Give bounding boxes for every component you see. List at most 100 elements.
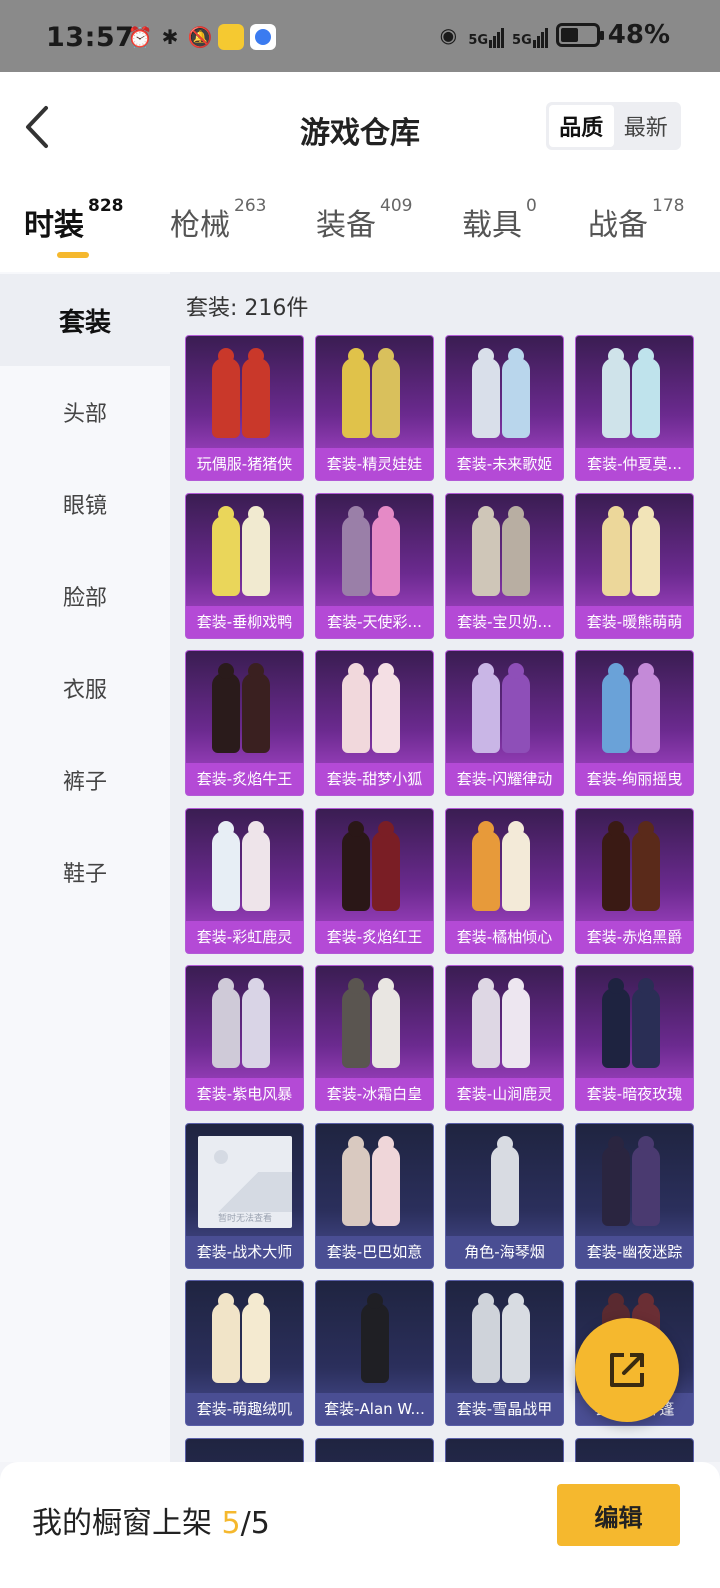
item-card[interactable]: 玩偶服-猪猪侠	[185, 335, 304, 481]
figure-head	[378, 505, 394, 522]
signal-icon-2: 5G	[512, 22, 548, 48]
outfit-figure	[342, 820, 370, 911]
outfit-figure	[372, 348, 400, 438]
figure-head	[478, 348, 494, 364]
item-card[interactable]: 套装-幽夜迷踪	[575, 1122, 694, 1269]
item-card[interactable]: 套装-彩虹鹿灵	[185, 807, 304, 954]
item-card-partial[interactable]	[575, 1437, 694, 1462]
tab-vehicles[interactable]: 载具0	[462, 196, 537, 244]
figure-head	[248, 663, 264, 679]
figure-head	[608, 1293, 624, 1309]
sort-option-quality[interactable]: 品质	[549, 105, 614, 147]
outfit-figure	[602, 505, 630, 596]
share-external-icon	[610, 1353, 644, 1387]
sidebar-item-pants[interactable]: 裤子	[0, 734, 170, 826]
placeholder-text: 暂时无法查看	[217, 1213, 272, 1224]
item-card[interactable]: 套装-炙焰红王	[315, 807, 434, 954]
item-card[interactable]: 套装-赤焰黑爵	[575, 807, 694, 954]
item-card[interactable]: 套装-未来歌姬	[445, 335, 564, 481]
outfit-figure	[472, 820, 500, 911]
item-card[interactable]: 套装-Alan W...	[315, 1280, 434, 1426]
item-card[interactable]: 套装-橘柚倾心	[445, 807, 564, 954]
item-card[interactable]: 套装-闪耀律动	[445, 650, 564, 796]
item-card-partial[interactable]	[445, 1437, 564, 1462]
sort-option-latest[interactable]: 最新	[614, 105, 679, 147]
sidebar-item-head[interactable]: 头部	[0, 366, 170, 458]
figure-head	[508, 978, 524, 994]
sidebar-item-face[interactable]: 脸部	[0, 550, 170, 642]
figure-head	[378, 820, 394, 837]
sidebar-item-clothes[interactable]: 衣服	[0, 642, 170, 734]
item-card[interactable]: 套装-绚丽摇曳	[575, 650, 694, 796]
outfit-figure	[472, 663, 500, 753]
item-name: 套装-赤焰黑爵	[576, 920, 693, 953]
tab-count: 828	[88, 196, 124, 216]
sidebar-item-shoes[interactable]: 鞋子	[0, 826, 170, 918]
figure-head	[367, 1293, 383, 1309]
outfit-figure	[342, 978, 370, 1068]
figure-head	[608, 505, 624, 522]
item-card[interactable]: 套装-雪晶战甲	[445, 1280, 564, 1426]
tab-count: 263	[234, 196, 267, 216]
item-card[interactable]: 套装-垂柳戏鸭	[185, 492, 304, 639]
item-card[interactable]: 套装-精灵娃娃	[315, 335, 434, 481]
item-name: 套装-绚丽摇曳	[576, 763, 693, 795]
figure-head	[497, 1135, 513, 1152]
tab-guns[interactable]: 枪械263	[170, 196, 266, 244]
item-card[interactable]: 套装-炙焰牛王	[185, 650, 304, 796]
item-name: 套装-天使彩...	[316, 605, 433, 638]
item-card[interactable]: 套装-冰霜白皇	[315, 965, 434, 1111]
outfit-figure	[602, 348, 630, 438]
outfit-figure	[472, 978, 500, 1068]
share-fab[interactable]	[575, 1318, 679, 1422]
item-card[interactable]: 角色-海琴烟	[445, 1122, 564, 1269]
outfit-figure	[242, 348, 270, 438]
edit-button[interactable]: 编辑	[557, 1484, 680, 1546]
item-name: 套装-宝贝奶...	[446, 605, 563, 638]
tab-fashion[interactable]: 时装828	[24, 196, 124, 244]
item-name: 套装-橘柚倾心	[446, 920, 563, 953]
outfit-figure	[342, 1135, 370, 1226]
item-card[interactable]: 套装-仲夏莫...	[575, 335, 694, 481]
tab-gear[interactable]: 装备409	[316, 196, 412, 244]
showcase-current: 5	[221, 1506, 241, 1541]
item-name: 套装-未来歌姬	[446, 448, 563, 480]
figure-head	[348, 978, 364, 994]
item-card-partial[interactable]	[315, 1437, 434, 1462]
item-card[interactable]: 套装-暗夜玫瑰	[575, 965, 694, 1111]
outfit-figure	[212, 978, 240, 1068]
sort-toggle: 品质 最新	[546, 102, 681, 150]
outfit-figure	[212, 663, 240, 753]
item-card[interactable]: 暂时无法查看 套装-战术大师	[185, 1122, 304, 1269]
sidebar-item-glasses[interactable]: 眼镜	[0, 458, 170, 550]
outfit-figure	[372, 1135, 400, 1226]
item-name: 玩偶服-猪猪侠	[186, 448, 303, 480]
battery-percent: 48%	[607, 20, 670, 50]
figure-head	[478, 505, 494, 522]
figure-head	[378, 978, 394, 994]
outfit-figure	[602, 663, 630, 753]
sidebar-item-suits[interactable]: 套装	[0, 274, 170, 366]
item-card[interactable]: 套装-天使彩...	[315, 492, 434, 639]
outfit-figure	[342, 663, 370, 753]
item-name: 角色-海琴烟	[446, 1235, 563, 1268]
item-name: 套装-萌趣绒叽	[186, 1393, 303, 1425]
tab-label: 装备	[316, 208, 376, 243]
bluetooth-icon: ✱	[161, 25, 179, 49]
outfit-figure	[342, 348, 370, 438]
item-card[interactable]: 套装-宝贝奶...	[445, 492, 564, 639]
item-card[interactable]: 套装-甜梦小狐	[315, 650, 434, 796]
figure-head	[508, 1293, 524, 1309]
item-card-partial[interactable]	[185, 1437, 304, 1462]
figure-head	[348, 663, 364, 679]
tab-label: 载具	[462, 208, 522, 243]
item-card[interactable]: 套装-暖熊萌萌	[575, 492, 694, 639]
tab-supplies[interactable]: 战备178	[588, 196, 684, 244]
item-card[interactable]: 套装-巴巴如意	[315, 1122, 434, 1269]
item-card[interactable]: 套装-萌趣绒叽	[185, 1280, 304, 1426]
item-name: 套装-炙焰红王	[316, 920, 433, 953]
item-card[interactable]: 套装-山涧鹿灵	[445, 965, 564, 1111]
outfit-figure	[502, 348, 530, 438]
tab-label: 战备	[588, 208, 648, 243]
item-card[interactable]: 套装-紫电风暴	[185, 965, 304, 1111]
